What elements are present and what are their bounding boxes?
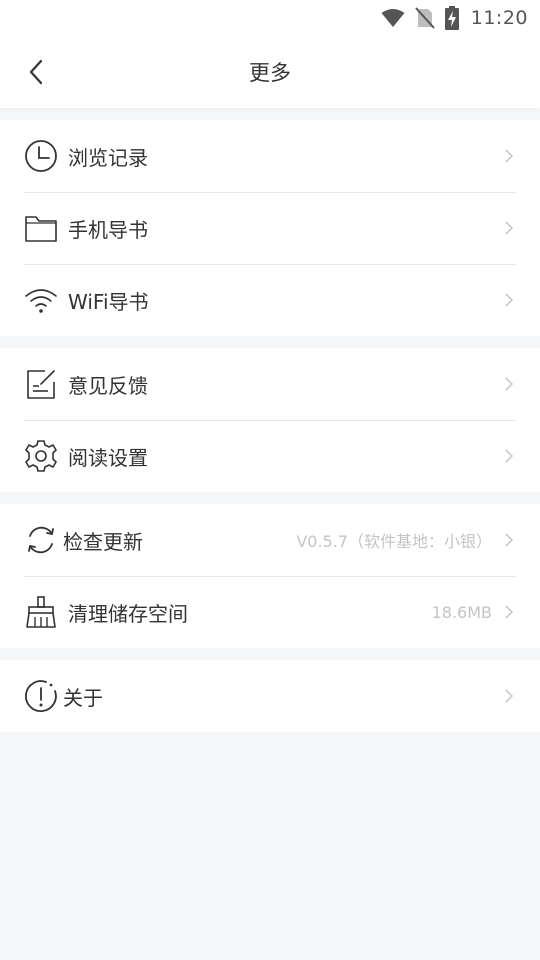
nav-bar: 更多 xyxy=(0,36,540,108)
menu-group-maintenance: 检查更新 V0.5.7（软件基地：小银） 清理储存空间 18.6MB xyxy=(0,504,540,648)
menu-item-feedback[interactable]: 意见反馈 xyxy=(0,348,540,420)
status-time: 11:20 xyxy=(470,7,528,29)
clock-icon xyxy=(24,139,58,173)
gear-icon xyxy=(24,439,58,473)
chevron-right-icon xyxy=(502,689,516,703)
menu-item-label: 意见反馈 xyxy=(68,373,148,398)
menu-item-reading-settings[interactable]: 阅读设置 xyxy=(0,420,540,492)
menu-item-label: 关于 xyxy=(63,685,103,710)
wifi-icon xyxy=(24,283,58,317)
refresh-icon xyxy=(24,523,58,557)
menu-item-phone-import[interactable]: 手机导书 xyxy=(0,192,540,264)
feedback-icon xyxy=(24,367,58,401)
chevron-right-icon xyxy=(502,377,516,391)
chevron-right-icon xyxy=(502,605,516,619)
no-sim-icon xyxy=(414,7,435,29)
menu-item-label: 检查更新 xyxy=(63,529,143,554)
chevron-right-icon xyxy=(502,149,516,163)
menu-item-about[interactable]: 关于 xyxy=(0,660,540,732)
battery-charging-icon xyxy=(444,6,459,30)
menu-item-browse-history[interactable]: 浏览记录 xyxy=(0,120,540,192)
wifi-signal-icon xyxy=(381,9,405,27)
menu-item-wifi-import[interactable]: WiFi导书 xyxy=(0,264,540,336)
info-icon xyxy=(24,679,58,713)
chevron-right-icon xyxy=(502,293,516,307)
back-button[interactable] xyxy=(20,56,52,88)
chevron-right-icon xyxy=(502,449,516,463)
menu-item-label: 手机导书 xyxy=(68,217,148,242)
menu-group-history: 浏览记录 手机导书 WiFi导书 xyxy=(0,120,540,336)
page-title: 更多 xyxy=(249,61,291,85)
menu-item-label: WiFi导书 xyxy=(68,289,149,314)
chevron-right-icon xyxy=(502,221,516,235)
menu-item-label: 阅读设置 xyxy=(68,445,148,470)
menu-item-label: 清理储存空间 xyxy=(68,601,188,626)
version-value: V0.5.7（软件基地：小银） xyxy=(296,532,492,551)
storage-size-value: 18.6MB xyxy=(431,602,492,622)
status-bar: 11:20 xyxy=(0,0,540,36)
menu-item-clear-storage[interactable]: 清理储存空间 18.6MB xyxy=(0,576,540,648)
menu-item-check-update[interactable]: 检查更新 V0.5.7（软件基地：小银） xyxy=(0,504,540,576)
chevron-left-icon xyxy=(29,59,43,85)
menu-group-feedback: 意见反馈 阅读设置 xyxy=(0,348,540,492)
chevron-right-icon xyxy=(502,533,516,547)
menu-item-label: 浏览记录 xyxy=(68,145,148,170)
menu-group-about: 关于 xyxy=(0,660,540,732)
broom-icon xyxy=(24,595,58,629)
folder-icon xyxy=(24,211,58,245)
